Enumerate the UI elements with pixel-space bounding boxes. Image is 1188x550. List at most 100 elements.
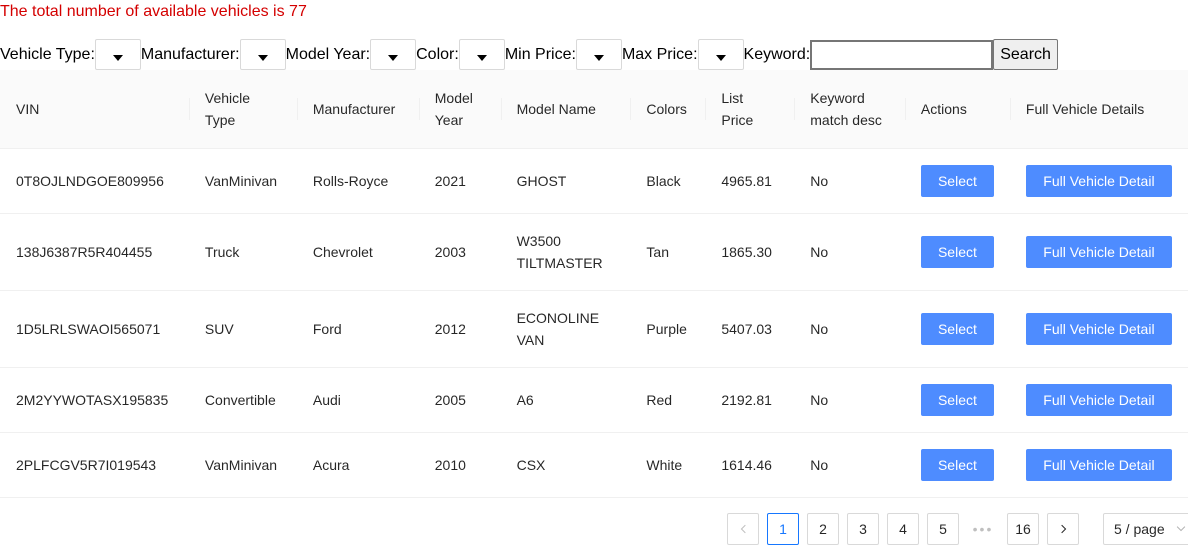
cell-full-details: Full Vehicle Detail [1009,367,1188,433]
cell-model-year: 2012 [418,290,501,368]
caret-down-icon [257,54,268,61]
header-actions: Actions [904,70,1010,149]
cell-vin: 1D5LRLSWAOI565071 [0,290,189,368]
model-year-label: Model Year: [285,46,371,63]
cell-vehicle-type: VanMinivan [188,148,297,214]
cell-actions: Select [904,367,1010,433]
cell-manufacturer: Audi [296,367,419,433]
vehicle-table: VIN Vehicle Type Manufacturer Model Year… [0,70,1188,498]
full-vehicle-detail-button[interactable]: Full Vehicle Detail [1025,383,1172,416]
chevron-right-icon [1057,524,1066,534]
cell-actions: Select [904,213,1010,291]
cell-actions: Select [904,432,1010,498]
cell-model-name: CSX [500,432,631,498]
table-header-row: VIN Vehicle Type Manufacturer Model Year… [0,70,1188,149]
cell-keyword-match: No [794,148,905,214]
cell-colors: Tan [630,213,706,291]
cell-colors: White [630,432,706,498]
cell-list-price: 4965.81 [705,148,795,214]
page-16[interactable]: 16 [1007,513,1039,545]
cell-list-price: 1865.30 [705,213,795,291]
select-button[interactable]: Select [920,312,994,345]
cell-manufacturer: Ford [296,290,419,368]
cell-manufacturer: Rolls-Royce [296,148,419,214]
manufacturer-label: Manufacturer: [140,46,240,63]
cell-manufacturer: Acura [296,432,419,498]
caret-down-icon [476,54,487,61]
vehicle-type-label: Vehicle Type: [0,46,95,63]
filter-bar: Vehicle Type: Manufacturer: Model Year: … [0,39,1058,70]
cell-actions: Select [904,290,1010,368]
cell-full-details: Full Vehicle Detail [1009,290,1188,368]
cell-model-year: 2005 [418,367,501,433]
select-button[interactable]: Select [920,164,994,197]
min-price-label: Min Price: [504,46,576,63]
cell-colors: Red [630,367,706,433]
model-year-select[interactable] [370,39,417,70]
page-3[interactable]: 3 [847,513,879,545]
cell-vehicle-type: Convertible [188,367,297,433]
full-vehicle-detail-button[interactable]: Full Vehicle Detail [1025,164,1172,197]
header-vehicle-type: Vehicle Type [188,70,297,149]
cell-vin: 138J6387R5R404455 [0,213,189,291]
select-button[interactable]: Select [920,448,994,481]
keyword-label: Keyword: [743,46,811,63]
search-button[interactable]: Search [993,39,1058,70]
cell-model-name: A6 [500,367,631,433]
page-1[interactable]: 1 [767,513,799,545]
header-list-price: List Price [705,70,795,149]
chevron-left-icon [740,524,749,534]
cell-list-price: 1614.46 [705,432,795,498]
caret-down-icon [715,54,726,61]
pagination: 1 2 3 4 5 ••• 16 5 / page [727,513,1188,545]
jump-next-ellipsis[interactable]: ••• [967,513,999,545]
table-row: 1D5LRLSWAOI565071 SUV Ford 2012 ECONOLIN… [0,290,1188,368]
max-price-label: Max Price: [621,46,698,63]
next-page-button[interactable] [1047,513,1079,545]
cell-model-year: 2021 [418,148,501,214]
header-vin: VIN [0,70,189,149]
cell-keyword-match: No [794,290,905,368]
manufacturer-select[interactable] [239,39,286,70]
caret-down-icon [388,54,399,61]
caret-down-icon [593,54,604,61]
color-label: Color: [416,46,459,63]
full-vehicle-detail-button[interactable]: Full Vehicle Detail [1025,448,1172,481]
page-size-value: 5 / page [1114,521,1165,537]
page-2[interactable]: 2 [807,513,839,545]
cell-manufacturer: Chevrolet [296,213,419,291]
cell-keyword-match: No [794,367,905,433]
cell-colors: Black [630,148,706,214]
select-button[interactable]: Select [920,383,994,416]
header-manufacturer: Manufacturer [296,70,419,149]
cell-vehicle-type: VanMinivan [188,432,297,498]
cell-model-year: 2010 [418,432,501,498]
cell-model-year: 2003 [418,213,501,291]
cell-model-name: ECONOLINE VAN [500,290,631,368]
prev-page-button[interactable] [727,513,759,545]
vehicle-type-select[interactable] [94,39,141,70]
table-row: 2M2YYWOTASX195835 Convertible Audi 2005 … [0,367,1188,433]
header-keyword-match: Keyword match desc [794,70,905,149]
cell-full-details: Full Vehicle Detail [1009,432,1188,498]
cell-vin: 2PLFCGV5R7I019543 [0,432,189,498]
select-button[interactable]: Select [920,235,994,268]
min-price-select[interactable] [575,39,622,70]
color-select[interactable] [458,39,505,70]
full-vehicle-detail-button[interactable]: Full Vehicle Detail [1025,312,1172,345]
header-full-details: Full Vehicle Details [1009,70,1188,149]
total-vehicles-text: The total number of available vehicles i… [0,3,307,20]
cell-full-details: Full Vehicle Detail [1009,213,1188,291]
cell-model-name: W3500 TILTMASTER [500,213,631,291]
page-4[interactable]: 4 [887,513,919,545]
page-5[interactable]: 5 [927,513,959,545]
page-size-select[interactable]: 5 / page [1103,513,1188,545]
max-price-select[interactable] [697,39,744,70]
cell-actions: Select [904,148,1010,214]
cell-vehicle-type: SUV [188,290,297,368]
full-vehicle-detail-button[interactable]: Full Vehicle Detail [1025,235,1172,268]
cell-colors: Purple [630,290,706,368]
keyword-input[interactable] [810,39,994,70]
cell-vehicle-type: Truck [188,213,297,291]
chevron-down-icon [1176,522,1186,532]
